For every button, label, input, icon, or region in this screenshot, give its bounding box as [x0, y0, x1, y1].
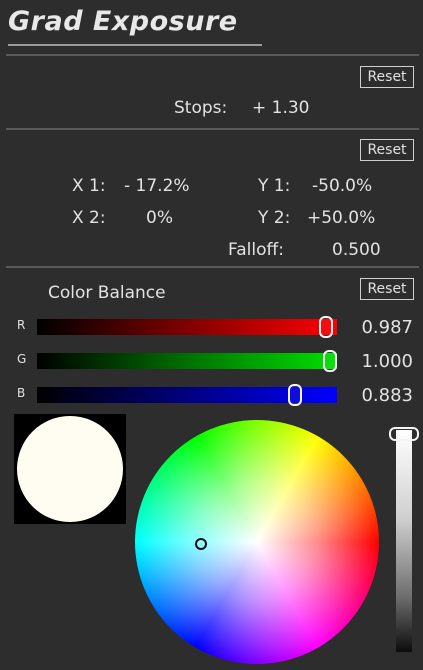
blue-slider[interactable] [37, 384, 337, 406]
color-preview-swatch [17, 416, 123, 522]
color-balance-label: Color Balance [48, 283, 166, 303]
color-wheel-cursor[interactable] [195, 538, 207, 550]
green-channel-label: G [17, 352, 27, 366]
section-divider [6, 128, 419, 130]
luminance-slider-handle[interactable] [389, 427, 419, 441]
blue-slider-handle[interactable] [288, 384, 302, 406]
falloff-value[interactable]: 0.500 [332, 240, 381, 260]
y1-value[interactable]: -50.0% [312, 176, 372, 196]
stops-label: Stops: [174, 98, 228, 118]
stops-value[interactable]: + 1.30 [252, 98, 310, 118]
red-value[interactable]: 0.987 [361, 317, 413, 338]
color-preview-frame [14, 414, 126, 524]
red-slider-handle[interactable] [319, 316, 333, 338]
panel-title: Grad Exposure [8, 2, 262, 46]
green-slider-handle[interactable] [323, 350, 337, 372]
exposure-reset-button[interactable]: Reset [360, 66, 414, 88]
y1-label: Y 1: [258, 176, 291, 196]
green-slider[interactable] [37, 350, 337, 372]
x1-label: X 1: [72, 176, 106, 196]
blue-value[interactable]: 0.883 [361, 385, 413, 406]
color-wheel[interactable] [135, 420, 379, 664]
red-channel-label: R [17, 318, 26, 332]
blue-channel-label: B [17, 386, 26, 400]
grad-exposure-panel: Grad Exposure Reset Stops: + 1.30 Reset … [0, 0, 423, 670]
green-value[interactable]: 1.000 [361, 351, 413, 372]
section-divider [6, 266, 419, 268]
gradient-reset-button[interactable]: Reset [360, 139, 414, 161]
x2-value[interactable]: 0% [146, 208, 173, 228]
falloff-label: Falloff: [228, 240, 284, 260]
x1-value[interactable]: - 17.2% [124, 176, 190, 196]
section-divider [6, 54, 419, 56]
y2-label: Y 2: [258, 208, 291, 228]
luminance-slider[interactable] [396, 430, 412, 652]
x2-label: X 2: [72, 208, 106, 228]
color-balance-reset-button[interactable]: Reset [360, 278, 414, 300]
y2-value[interactable]: +50.0% [307, 208, 375, 228]
red-slider[interactable] [37, 316, 337, 338]
